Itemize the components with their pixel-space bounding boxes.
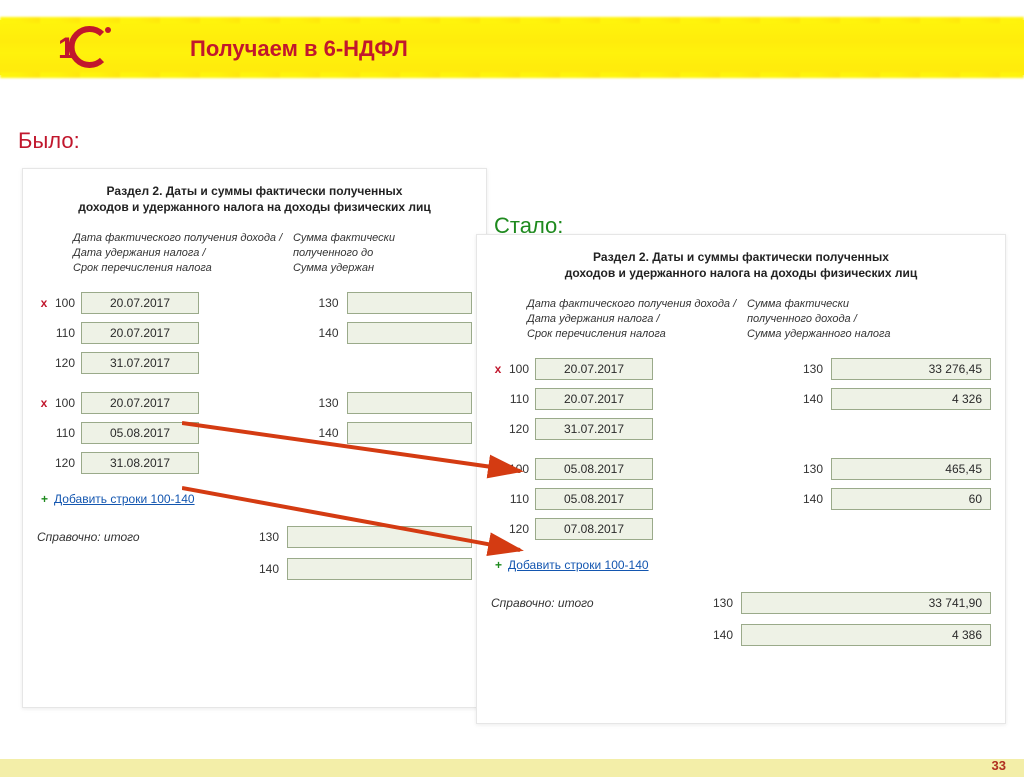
amount-field[interactable]	[347, 422, 473, 444]
totals-label: Справочно: итого	[37, 530, 247, 544]
add-rows-link-was[interactable]: + Добавить строки 100-140	[41, 492, 472, 506]
line-code: 100	[51, 396, 81, 410]
total-130-was[interactable]	[287, 526, 472, 548]
line-code-right: 140	[791, 492, 831, 506]
form-row: 12031.08.2017	[37, 450, 472, 476]
row-block: x10020.07.2017 130 11005.08.2017 140 12031.0…	[37, 390, 472, 476]
line-code-right: 140	[307, 326, 347, 340]
date-field[interactable]: 05.08.2017	[535, 488, 653, 510]
date-field[interactable]: 31.07.2017	[535, 418, 653, 440]
total-140-was[interactable]	[287, 558, 472, 580]
section-title-now: Раздел 2. Даты и суммы фактически получе…	[491, 249, 991, 281]
page-title: Получаем в 6-НДФЛ	[190, 36, 408, 62]
footer-bar	[0, 759, 1024, 777]
amount-field[interactable]	[347, 292, 473, 314]
amount-field[interactable]: 465,45	[831, 458, 991, 480]
line-code-right: 130	[307, 296, 347, 310]
totals-label: Справочно: итого	[491, 596, 701, 610]
line-code-right: 140	[791, 392, 831, 406]
line-code: 120	[51, 356, 81, 370]
delete-x-icon[interactable]: x	[37, 396, 51, 410]
date-field[interactable]: 20.07.2017	[81, 392, 199, 414]
form-row: x10005.08.2017 130465,45	[491, 456, 991, 482]
amount-field[interactable]: 4 326	[831, 388, 991, 410]
form-row: 11020.07.2017 140	[37, 320, 472, 346]
form-row: 11005.08.2017 14060	[491, 486, 991, 512]
totals-now: Справочно: итого 130 33 741,90 140 4 386	[491, 590, 991, 648]
column-headers-was: Дата фактического получения дохода / Дат…	[73, 231, 472, 276]
add-rows-link-now[interactable]: + Добавить строки 100-140	[495, 558, 991, 572]
column-headers-now: Дата фактического получения дохода / Дат…	[527, 297, 991, 342]
page-number: 33	[992, 758, 1006, 773]
total-130-now[interactable]: 33 741,90	[741, 592, 991, 614]
form-row: 12007.08.2017	[491, 516, 991, 542]
line-code: 100	[505, 362, 535, 376]
header-highlight	[0, 20, 1024, 75]
line-code: 120	[51, 456, 81, 470]
total-140-now[interactable]: 4 386	[741, 624, 991, 646]
logo-1c: 1	[58, 24, 116, 70]
panel-was: Раздел 2. Даты и суммы фактически получе…	[22, 168, 487, 708]
form-row: 11020.07.2017 1404 326	[491, 386, 991, 412]
amount-field[interactable]	[347, 322, 473, 344]
line-code: 120	[505, 522, 535, 536]
section-title-was: Раздел 2. Даты и суммы фактически получе…	[37, 183, 472, 215]
line-code: 100	[505, 462, 535, 476]
date-field[interactable]: 20.07.2017	[81, 292, 199, 314]
line-code-right: 130	[791, 462, 831, 476]
date-field[interactable]: 05.08.2017	[81, 422, 199, 444]
amount-field[interactable]: 33 276,45	[831, 358, 991, 380]
amount-field[interactable]: 60	[831, 488, 991, 510]
line-code: 120	[505, 422, 535, 436]
totals-was: Справочно: итого 130 140	[37, 524, 472, 582]
line-code: 100	[51, 296, 81, 310]
plus-icon: +	[41, 492, 48, 506]
line-code-right: 130	[791, 362, 831, 376]
line-code: 110	[51, 326, 81, 340]
form-row: x10020.07.2017 130	[37, 290, 472, 316]
delete-x-icon[interactable]: x	[491, 462, 505, 476]
delete-x-icon[interactable]: x	[37, 296, 51, 310]
line-code: 110	[505, 392, 535, 406]
line-code: 110	[51, 426, 81, 440]
date-field[interactable]: 20.07.2017	[535, 358, 653, 380]
panel-now: Раздел 2. Даты и суммы фактически получе…	[476, 234, 1006, 724]
delete-x-icon[interactable]: x	[491, 362, 505, 376]
add-rows-text[interactable]: Добавить строки 100-140	[508, 558, 649, 572]
form-row: 11005.08.2017 140	[37, 420, 472, 446]
form-row: x10020.07.2017 13033 276,45	[491, 356, 991, 382]
line-code-right: 130	[307, 396, 347, 410]
header: 1 Получаем в 6-НДФЛ	[0, 10, 1024, 85]
date-field[interactable]: 31.07.2017	[81, 352, 199, 374]
form-row: 12031.07.2017	[37, 350, 472, 376]
plus-icon: +	[495, 558, 502, 572]
form-row: 12031.07.2017	[491, 416, 991, 442]
form-row: x10020.07.2017 130	[37, 390, 472, 416]
add-rows-text[interactable]: Добавить строки 100-140	[54, 492, 195, 506]
label-was: Было:	[18, 128, 80, 154]
date-field[interactable]: 20.07.2017	[535, 388, 653, 410]
date-field[interactable]: 05.08.2017	[535, 458, 653, 480]
amount-field[interactable]	[347, 392, 473, 414]
row-block: x10005.08.2017 130465,45 11005.08.2017 1406…	[491, 456, 991, 542]
row-block: x10020.07.201713033 276,4511020.07.20171…	[491, 356, 991, 442]
date-field[interactable]: 31.08.2017	[81, 452, 199, 474]
line-code: 110	[505, 492, 535, 506]
date-field[interactable]: 20.07.2017	[81, 322, 199, 344]
date-field[interactable]: 07.08.2017	[535, 518, 653, 540]
line-code-right: 140	[307, 426, 347, 440]
row-block: x10020.07.2017 130 11020.07.2017 140 12031.0…	[37, 290, 472, 376]
